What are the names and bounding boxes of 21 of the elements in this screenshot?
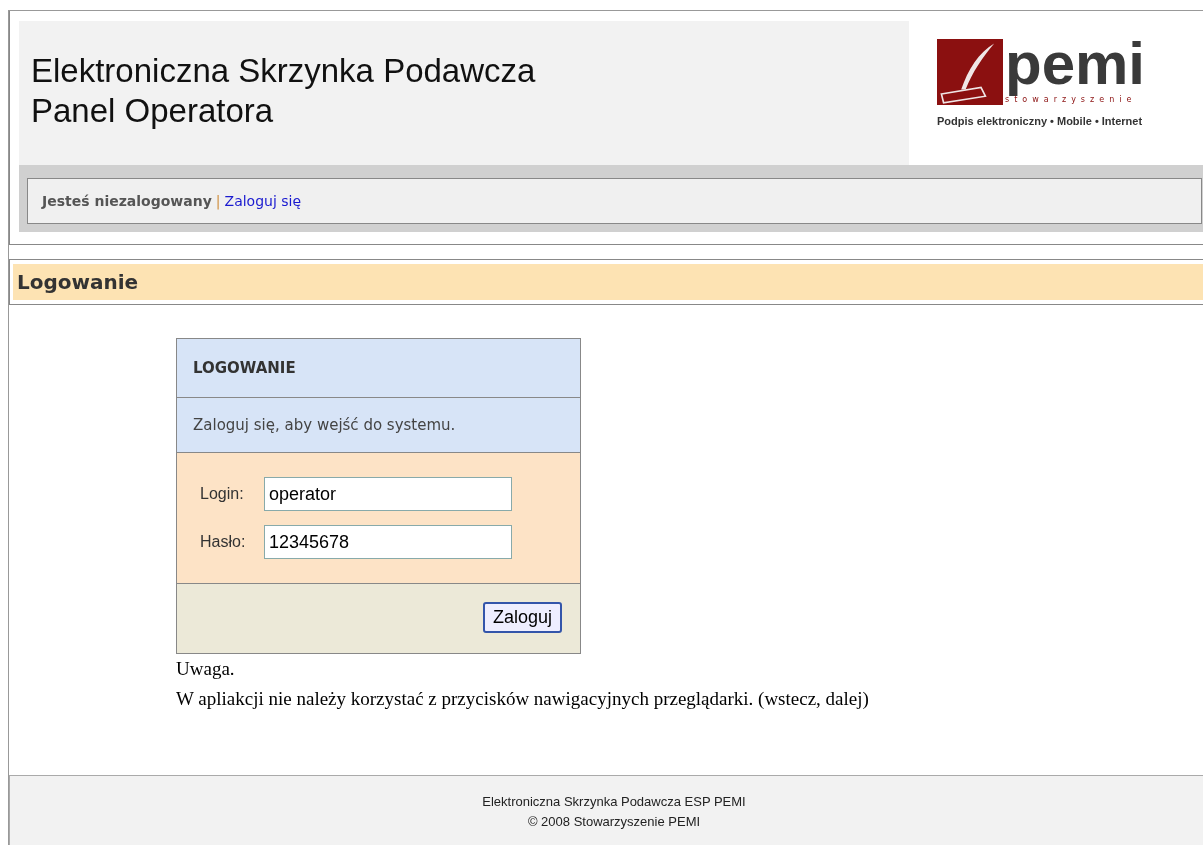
notice-text: W apliakcji nie należy korzystać z przycisków nawigacyjnych przeglądarki. (wstecz, dalej) xyxy=(176,687,870,711)
quill-logo-icon xyxy=(937,39,1003,105)
input-field[interactable]: operator xyxy=(264,477,512,511)
login-link[interactable]: Zaloguj się xyxy=(224,193,302,209)
panel-message: Zaloguj się, aby wejść do systemu. xyxy=(193,416,456,434)
footer-text: Elektroniczna Skrzynka Podawcza ESP PEMI xyxy=(481,793,747,811)
input-field[interactable]: 12345678 xyxy=(264,525,512,559)
page-title: Panel Operatora xyxy=(31,91,275,131)
page-title: Elektroniczna Skrzynka Podawcza xyxy=(31,51,537,91)
field-label: Login: xyxy=(200,485,245,503)
logo-subtitle: stowarzyszenie xyxy=(1005,95,1137,105)
login-status: Jesteś niezalogowany xyxy=(42,193,212,209)
footer-text: © 2008 Stowarzyszenie PEMI xyxy=(526,813,702,831)
logo-tagline: Podpis elektroniczny • Mobile • Internet xyxy=(937,115,1144,127)
field-label: Hasło: xyxy=(200,533,247,551)
notice-text: Uwaga. xyxy=(176,657,236,681)
logo-name: pemi xyxy=(1005,29,1147,97)
separator: | xyxy=(215,193,221,209)
panel-title: LOGOWANIE xyxy=(193,359,296,377)
login-button[interactable]: Zaloguj xyxy=(482,602,562,633)
section-title: Logowanie xyxy=(13,264,1203,300)
